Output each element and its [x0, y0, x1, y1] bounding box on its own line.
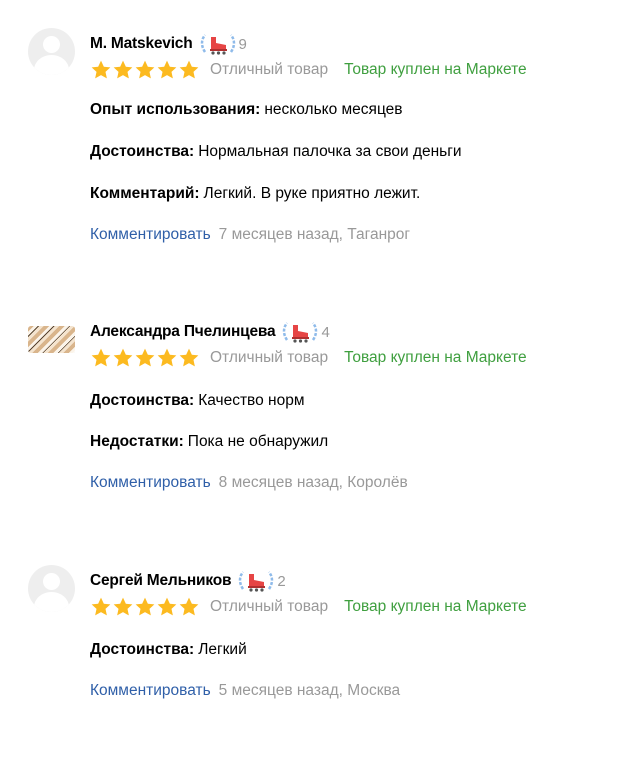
star-rating — [90, 59, 200, 81]
field-value: Пока не обнаружил — [187, 433, 329, 450]
star-icon — [178, 596, 200, 618]
author-name[interactable]: Сергей Мельников — [90, 572, 232, 590]
field-label: Комментарий: — [90, 185, 200, 202]
star-icon — [90, 596, 112, 618]
author-name[interactable]: M. Matskevich — [90, 35, 193, 53]
star-rating — [90, 596, 200, 618]
field-value: Качество норм — [198, 392, 305, 409]
roller-skate-badge-icon[interactable] — [199, 32, 237, 56]
review-field-pros: Достоинства: Качество норм — [90, 390, 305, 412]
star-icon — [90, 347, 112, 369]
roller-skate-badge-icon[interactable] — [281, 320, 319, 344]
grade-text: Отличный товар — [210, 349, 329, 366]
author-row: Сергей Мельников 2 — [90, 569, 286, 593]
star-icon — [134, 59, 156, 81]
author-name[interactable]: Александра Пчелинцева — [90, 323, 276, 341]
avatar-head-shape — [43, 573, 60, 590]
grade-text: Отличный товар — [210, 598, 329, 615]
badge-count: 4 — [321, 323, 330, 341]
review-field-experience: Опыт использования: несколько месяцев — [90, 99, 403, 121]
star-icon — [156, 59, 178, 81]
review-footer: Комментировать 8 месяцев назад, Королёв — [90, 472, 408, 494]
badge-count: 9 — [238, 35, 247, 53]
star-icon — [178, 59, 200, 81]
review-meta: 5 месяцев назад, Москва — [218, 682, 401, 699]
comment-link[interactable]: Комментировать — [90, 474, 211, 491]
star-icon — [134, 347, 156, 369]
comment-link[interactable]: Комментировать — [90, 226, 211, 243]
review-meta: 8 месяцев назад, Королёв — [218, 474, 408, 491]
roller-skate-badge-icon[interactable] — [237, 569, 275, 593]
review-footer: Комментировать 7 месяцев назад, Таганрог — [90, 224, 410, 246]
star-rating — [90, 347, 200, 369]
avatar[interactable] — [28, 28, 75, 75]
avatar-body-shape — [34, 592, 69, 612]
star-icon — [134, 596, 156, 618]
star-icon — [112, 596, 134, 618]
field-label: Достоинства: — [90, 641, 195, 658]
purchase-verified-label: Товар куплен на Маркете — [344, 598, 527, 615]
review-field-pros: Достоинства: Легкий — [90, 639, 247, 661]
rating-row: Отличный товар Товар куплен на Маркете — [90, 595, 527, 619]
field-value: Нормальная палочка за свои деньги — [198, 143, 462, 160]
review-meta: 7 месяцев назад, Таганрог — [218, 226, 411, 243]
grade-text: Отличный товар — [210, 61, 329, 78]
field-label: Недостатки: — [90, 433, 184, 450]
purchase-verified-label: Товар куплен на Маркете — [344, 349, 527, 366]
author-row: Александра Пчелинцева 4 — [90, 320, 330, 344]
purchase-verified-label: Товар куплен на Маркете — [344, 61, 527, 78]
review-footer: Комментировать 5 месяцев назад, Москва — [90, 680, 400, 702]
field-value: Легкий. В руке приятно лежит. — [203, 185, 421, 202]
badge-count: 2 — [277, 572, 286, 590]
rating-row: Отличный товар Товар куплен на Маркете — [90, 58, 527, 82]
review-field-cons: Недостатки: Пока не обнаружил — [90, 431, 328, 453]
field-label: Опыт использования: — [90, 101, 261, 118]
rating-row: Отличный товар Товар куплен на Маркете — [90, 346, 527, 370]
star-icon — [156, 347, 178, 369]
field-value: несколько месяцев — [264, 101, 403, 118]
author-row: M. Matskevich 9 — [90, 32, 247, 56]
star-icon — [112, 347, 134, 369]
star-icon — [178, 347, 200, 369]
star-icon — [90, 59, 112, 81]
avatar[interactable] — [28, 565, 75, 612]
review-field-pros: Достоинства: Нормальная палочка за свои д… — [90, 141, 462, 163]
avatar[interactable] — [28, 326, 75, 353]
star-icon — [112, 59, 134, 81]
field-label: Достоинства: — [90, 143, 195, 160]
star-icon — [156, 596, 178, 618]
comment-link[interactable]: Комментировать — [90, 682, 211, 699]
field-value: Легкий — [198, 641, 247, 658]
avatar-head-shape — [43, 36, 60, 53]
avatar-body-shape — [34, 55, 69, 75]
field-label: Достоинства: — [90, 392, 195, 409]
review-field-comment: Комментарий: Легкий. В руке приятно лежит… — [90, 183, 420, 205]
